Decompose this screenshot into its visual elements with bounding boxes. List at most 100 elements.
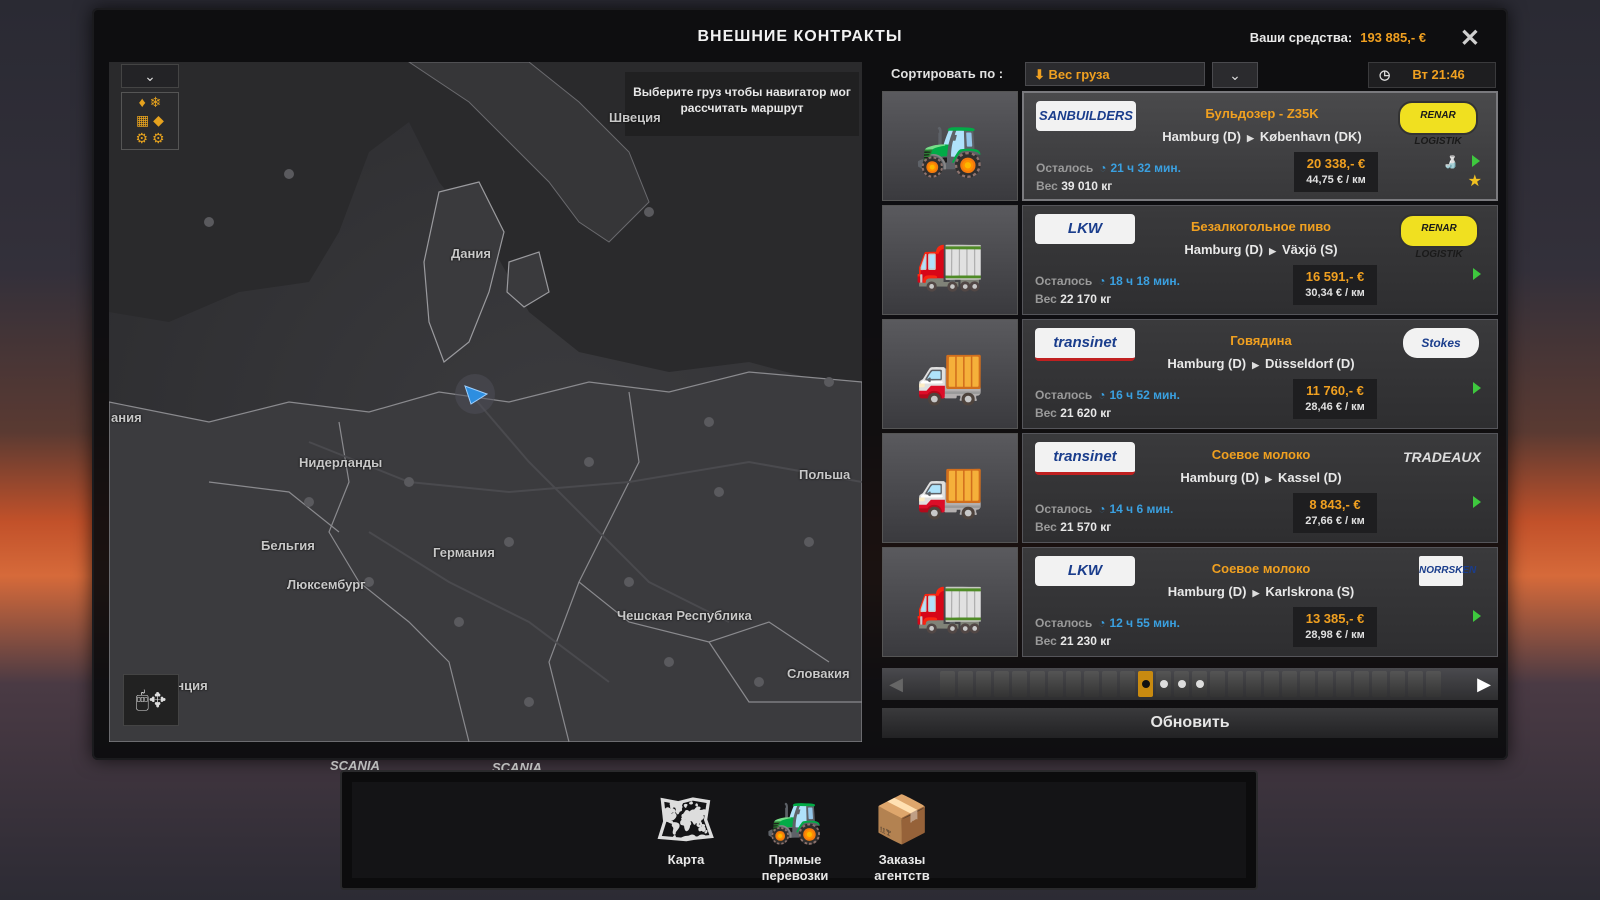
pager-page[interactable] bbox=[1227, 671, 1243, 697]
job-card[interactable]: transinet Говядина Hamburg (D) ▶ Düsseldor… bbox=[1022, 319, 1498, 429]
trailer-thumbnail: 🚛 bbox=[882, 547, 1018, 657]
direct-jobs-button[interactable]: 🚜 Прямые перевозки bbox=[745, 786, 845, 884]
pager-prev-icon[interactable]: ◀ bbox=[882, 668, 910, 700]
time-value: 16 ч 52 мин. bbox=[1109, 388, 1181, 402]
map-button[interactable]: 🗺 Карта bbox=[636, 786, 736, 868]
job-card[interactable]: SANBUILDERS Бульдозер - Z35K Hamburg (D)… bbox=[1022, 91, 1498, 201]
timer-icon: ◔ bbox=[1098, 388, 1106, 402]
pager-page[interactable] bbox=[1425, 671, 1441, 697]
weight-label: Вес bbox=[1036, 179, 1058, 193]
pager-page[interactable] bbox=[1173, 671, 1189, 697]
map-label-sweden: Швеция bbox=[609, 110, 661, 125]
company-logo: LKW bbox=[1035, 556, 1135, 586]
sort-value: Вес груза bbox=[1048, 67, 1110, 82]
route-from: Hamburg (D) bbox=[1184, 242, 1264, 257]
map-pan-control-icon[interactable]: 🖱✥ bbox=[123, 674, 179, 726]
destination-logo: Stokes bbox=[1403, 328, 1479, 358]
play-icon[interactable] bbox=[1472, 155, 1480, 167]
job-route: Hamburg (D) ▶ Karlskrona (S) bbox=[1143, 584, 1379, 599]
job-row[interactable]: 🚚 transinet Соевое молоко Hamburg (D) ▶ Ka… bbox=[882, 433, 1498, 543]
pager-page[interactable] bbox=[1065, 671, 1081, 697]
job-route: Hamburg (D) ▶ Växjö (S) bbox=[1143, 242, 1379, 257]
pager-next-icon[interactable]: ▶ bbox=[1470, 668, 1498, 700]
pager-page[interactable] bbox=[1389, 671, 1405, 697]
refresh-button[interactable]: Обновить bbox=[882, 708, 1498, 738]
play-icon[interactable] bbox=[1473, 268, 1481, 280]
payment-box: 8 843,- € 27,66 € / км bbox=[1293, 493, 1377, 533]
europe-map-icon: 🗺 bbox=[656, 793, 716, 845]
payment-box: 16 591,- € 30,34 € / км bbox=[1293, 265, 1377, 305]
game-clock: ◷ Вт 21:46 bbox=[1368, 62, 1496, 88]
pager-page[interactable] bbox=[1011, 671, 1027, 697]
map-collapse-button[interactable]: ⌄ bbox=[121, 64, 179, 88]
chevron-down-icon[interactable]: ⌄ bbox=[1212, 62, 1258, 88]
job-row[interactable]: 🚚 transinet Говядина Hamburg (D) ▶ Düsseld… bbox=[882, 319, 1498, 429]
job-card[interactable]: LKW Безалкогольное пиво Hamburg (D) ▶ Växj… bbox=[1022, 205, 1498, 315]
payment-value: 11 760,- € bbox=[1306, 383, 1364, 398]
map-view[interactable]: ⌄ ♦ ❄ ▦ ◆ ⚙ ⚙ Выберите груз чтобы навигато… bbox=[109, 62, 862, 742]
pager-pages bbox=[910, 671, 1470, 697]
time-remaining: Осталось ◔ 12 ч 55 мин. bbox=[1035, 616, 1180, 630]
job-card[interactable]: transinet Соевое молоко Hamburg (D) ▶ Kass… bbox=[1022, 433, 1498, 543]
pager-page[interactable] bbox=[1083, 671, 1099, 697]
pager-page[interactable] bbox=[1155, 671, 1171, 697]
destination-logo: RENAR LOGISTIK bbox=[1399, 214, 1479, 260]
pager-page[interactable] bbox=[1263, 671, 1279, 697]
destination-logo: TRADEAUX bbox=[1403, 449, 1481, 465]
route-arrow-icon: ▶ bbox=[1252, 588, 1260, 598]
payment-per-km: 28,98 € / км bbox=[1305, 629, 1365, 641]
job-pager: ◀ ▶ bbox=[882, 668, 1498, 700]
play-icon[interactable] bbox=[1473, 382, 1481, 394]
play-icon[interactable] bbox=[1473, 496, 1481, 508]
pager-page[interactable] bbox=[1119, 671, 1135, 697]
job-row[interactable]: 🚜 SANBUILDERS Бульдозер - Z35K Hamburg (… bbox=[882, 91, 1498, 201]
pager-page[interactable] bbox=[1191, 671, 1207, 697]
company-logo: transinet bbox=[1035, 442, 1135, 475]
pager-page[interactable] bbox=[1029, 671, 1045, 697]
pager-page[interactable] bbox=[1299, 671, 1315, 697]
map-label-belgium: Бельгия bbox=[261, 538, 315, 553]
pager-page[interactable] bbox=[1137, 671, 1153, 697]
cargo-name: Соевое молоко bbox=[1211, 447, 1311, 462]
pager-page[interactable] bbox=[939, 671, 955, 697]
map-filter-icon[interactable]: ♦ ❄ ▦ ◆ ⚙ ⚙ bbox=[121, 92, 179, 150]
fragile-icon: 🍶 bbox=[1443, 155, 1458, 169]
trailer-thumbnail: 🚜 bbox=[882, 91, 1018, 201]
pager-page[interactable] bbox=[957, 671, 973, 697]
payment-box: 20 338,- € 44,75 € / км bbox=[1294, 152, 1378, 192]
job-row[interactable]: 🚛 LKW Соевое молоко Hamburg (D) ▶ Karlskro… bbox=[882, 547, 1498, 657]
pager-page[interactable] bbox=[1047, 671, 1063, 697]
time-label: Осталось bbox=[1035, 502, 1093, 516]
close-icon[interactable]: ✕ bbox=[1460, 24, 1480, 53]
map-button-label: Карта bbox=[667, 852, 705, 867]
route-to: Düsseldorf (D) bbox=[1265, 356, 1355, 371]
job-row[interactable]: 🚛 LKW Безалкогольное пиво Hamburg (D) ▶ Vä… bbox=[882, 205, 1498, 315]
job-card[interactable]: LKW Соевое молоко Hamburg (D) ▶ Karlskrona… bbox=[1022, 547, 1498, 657]
pager-page[interactable] bbox=[1353, 671, 1369, 697]
weight-value: 21 570 кг bbox=[1060, 520, 1112, 534]
map-label-czech: Чешская Республика bbox=[617, 608, 752, 623]
pager-page[interactable] bbox=[1245, 671, 1261, 697]
cargo-name: Соевое молоко bbox=[1211, 561, 1311, 576]
pager-page[interactable] bbox=[975, 671, 991, 697]
cargo-weight: Вес 22 170 кг bbox=[1035, 292, 1111, 306]
pager-page[interactable] bbox=[1371, 671, 1387, 697]
payment-box: 13 385,- € 28,98 € / км bbox=[1293, 607, 1377, 647]
time-label: Осталось bbox=[1036, 161, 1094, 175]
pager-page[interactable] bbox=[1101, 671, 1117, 697]
time-remaining: Осталось ◔ 21 ч 32 мин. bbox=[1036, 161, 1181, 175]
pager-page[interactable] bbox=[993, 671, 1009, 697]
timer-icon: ◔ bbox=[1099, 161, 1107, 175]
pager-page[interactable] bbox=[1281, 671, 1297, 697]
payment-value: 20 338,- € bbox=[1306, 156, 1366, 171]
payment-value: 13 385,- € bbox=[1305, 611, 1365, 626]
pager-page[interactable] bbox=[1317, 671, 1333, 697]
pager-page[interactable] bbox=[1335, 671, 1351, 697]
agency-orders-button[interactable]: 📦 Заказы агентств bbox=[852, 786, 952, 884]
sort-dropdown[interactable]: ⬇ Вес груза bbox=[1025, 62, 1205, 86]
pager-page[interactable] bbox=[1407, 671, 1423, 697]
map-label-slovakia: Словакия bbox=[787, 666, 850, 681]
pager-page[interactable] bbox=[1209, 671, 1225, 697]
time-value: 12 ч 55 мин. bbox=[1109, 616, 1181, 630]
play-icon[interactable] bbox=[1473, 610, 1481, 622]
